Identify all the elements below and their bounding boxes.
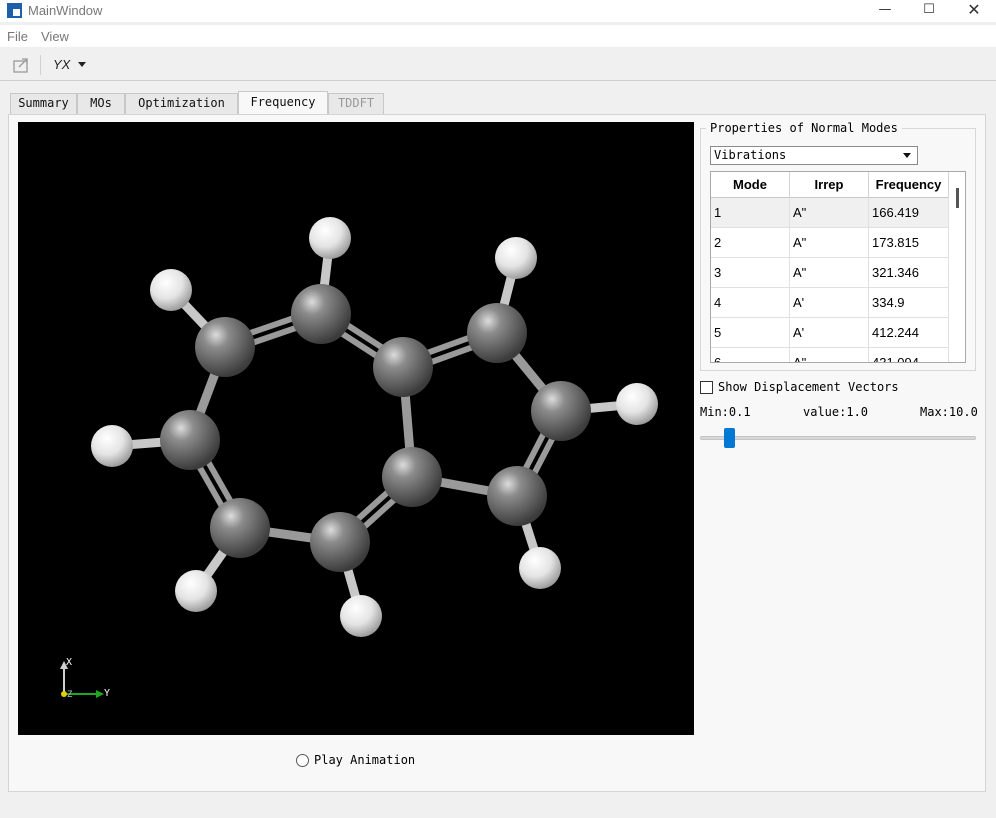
carbon-atom [291, 284, 351, 344]
toolbar-separator [40, 55, 41, 75]
scrollbar-thumb[interactable] [956, 188, 959, 208]
cell-frequency: 412.244 [869, 318, 949, 348]
play-animation-label: Play Animation [314, 753, 416, 767]
hydrogen-atom [91, 425, 133, 467]
table-scrollbar[interactable] [951, 172, 965, 362]
window-title: MainWindow [28, 3, 103, 18]
cell-irrep: A' [790, 318, 869, 348]
carbon-atom [210, 498, 270, 558]
axis-z-label: Z [67, 690, 73, 700]
radio-button[interactable] [296, 754, 309, 767]
axis-x-label: X [66, 657, 72, 668]
atoms-group [91, 217, 658, 637]
axis-y-label: Y [104, 688, 110, 699]
close-button[interactable]: ✕ [951, 0, 996, 22]
cell-frequency: 166.419 [869, 198, 949, 228]
mode-type-select[interactable]: Vibrations [710, 146, 918, 165]
normal-modes-title: Properties of Normal Modes [706, 121, 902, 135]
cell-irrep: A" [790, 258, 869, 288]
table-row[interactable]: 6 A" 431.094 [711, 348, 949, 362]
cell-frequency: 321.346 [869, 258, 949, 288]
slider-max-label: Max:10.0 [920, 405, 978, 419]
app-icon [7, 3, 22, 18]
tab-tddft: TDDFT [328, 93, 384, 114]
scale-slider-handle[interactable] [724, 428, 735, 448]
menu-file[interactable]: File [7, 29, 28, 44]
chevron-down-icon[interactable] [903, 153, 911, 158]
tab-summary[interactable]: Summary [10, 93, 77, 114]
hydrogen-atom [175, 570, 217, 612]
cell-mode: 6 [711, 348, 790, 362]
cell-irrep: A" [790, 348, 869, 362]
checkbox[interactable] [700, 381, 713, 394]
hydrogen-atom [309, 217, 351, 259]
view-orientation-label[interactable]: YX [53, 57, 70, 72]
tab-mos[interactable]: MOs [77, 93, 125, 114]
column-header-frequency[interactable]: Frequency [869, 172, 949, 198]
cell-mode: 1 [711, 198, 790, 228]
table-row[interactable]: 4 A' 334.9 [711, 288, 949, 318]
table-row[interactable]: 2 A" 173.815 [711, 228, 949, 258]
normal-modes-table: Mode Irrep Frequency 1 A" 166.419 2 A" 1… [710, 171, 966, 363]
title-bar: MainWindow — ☐ ✕ [0, 0, 996, 22]
column-header-irrep[interactable]: Irrep [790, 172, 869, 198]
cell-frequency: 173.815 [869, 228, 949, 258]
carbon-atom [195, 317, 255, 377]
cell-irrep: A" [790, 198, 869, 228]
table-header: Mode Irrep Frequency [711, 172, 949, 198]
table-row[interactable]: 3 A" 321.346 [711, 258, 949, 288]
hydrogen-atom [616, 383, 658, 425]
hydrogen-atom [150, 269, 192, 311]
cell-mode: 5 [711, 318, 790, 348]
hydrogen-atom [519, 547, 561, 589]
carbon-atom [373, 337, 433, 397]
carbon-atom [160, 410, 220, 470]
axes-indicator: X Y Z [60, 657, 110, 700]
cell-frequency: 431.094 [869, 348, 949, 362]
cell-irrep: A' [790, 288, 869, 318]
molecule-render: X Y Z [60, 217, 658, 700]
carbon-atom [382, 447, 442, 507]
menu-bar: File View [0, 25, 996, 47]
minimize-button[interactable]: — [862, 0, 908, 22]
mode-type-value: Vibrations [714, 148, 787, 162]
slider-value-label: value:1.0 [803, 405, 869, 419]
menu-view[interactable]: View [41, 29, 69, 44]
table-row[interactable]: 1 A" 166.419 [711, 198, 949, 228]
scale-slider-track[interactable] [700, 436, 976, 440]
tab-optimization[interactable]: Optimization [125, 93, 238, 114]
carbon-atom [531, 381, 591, 441]
slider-min-label: Min:0.1 [700, 405, 751, 419]
export-icon[interactable] [12, 56, 32, 74]
show-displacement-label: Show Displacement Vectors [718, 380, 899, 394]
column-header-mode[interactable]: Mode [711, 172, 790, 198]
carbon-atom [310, 512, 370, 572]
chevron-down-icon[interactable] [78, 62, 86, 67]
cell-frequency: 334.9 [869, 288, 949, 318]
cell-irrep: A" [790, 228, 869, 258]
hydrogen-atom [340, 595, 382, 637]
table-row[interactable]: 5 A' 412.244 [711, 318, 949, 348]
hydrogen-atom [495, 237, 537, 279]
molecule-viewport[interactable]: X Y Z [18, 122, 694, 735]
toolbar: YX [0, 49, 996, 81]
cell-mode: 3 [711, 258, 790, 288]
carbon-atom [487, 466, 547, 526]
cell-mode: 4 [711, 288, 790, 318]
carbon-atom [467, 303, 527, 363]
maximize-button[interactable]: ☐ [906, 0, 952, 22]
tab-frequency[interactable]: Frequency [238, 91, 328, 115]
cell-mode: 2 [711, 228, 790, 258]
